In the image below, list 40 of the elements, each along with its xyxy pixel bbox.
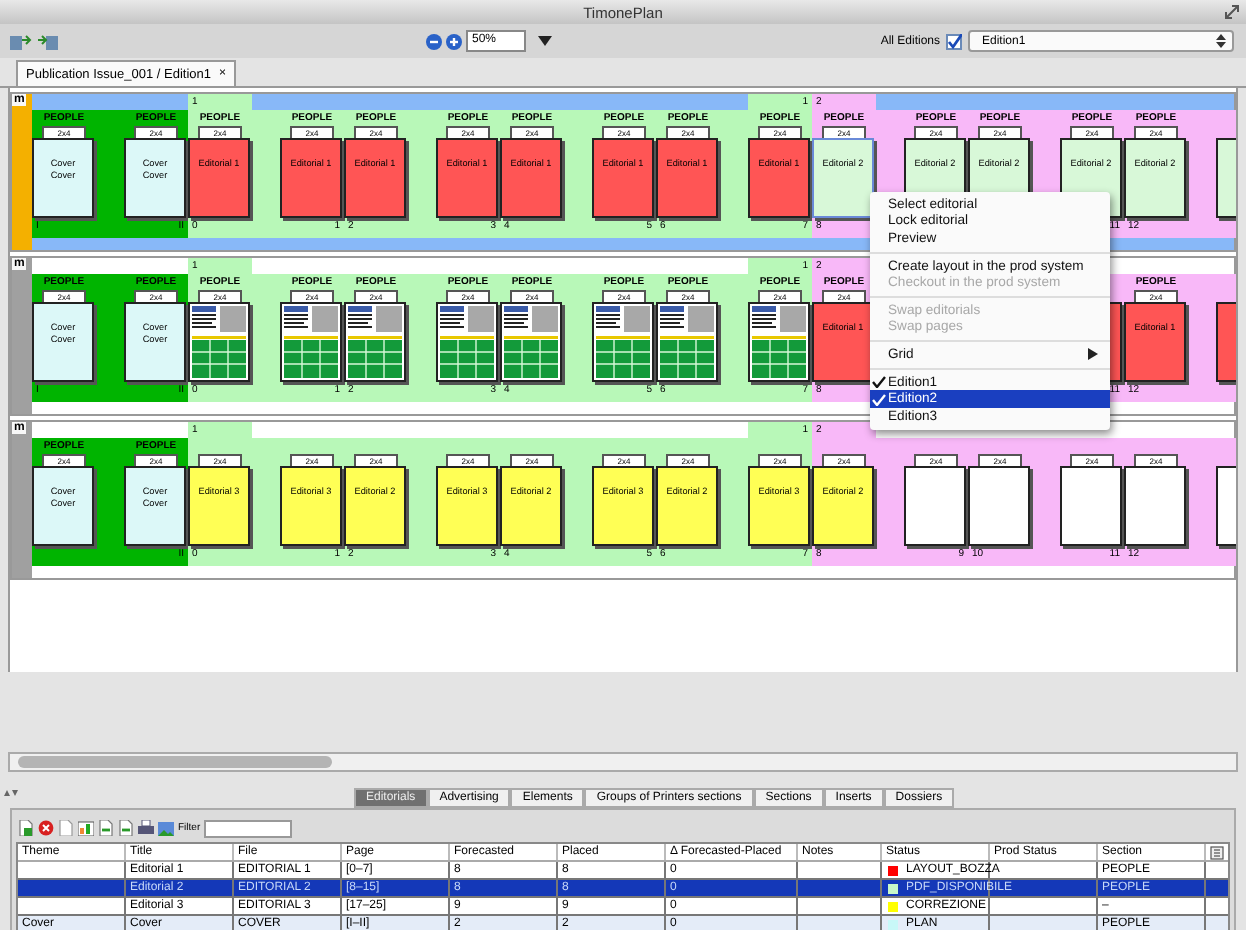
page-preview-drawing [438,304,496,380]
print-icon[interactable] [138,820,154,836]
layout-arrow-icon[interactable] [36,32,60,50]
horizontal-scrollbar[interactable] [8,752,1238,772]
page-preview-drawing [502,304,560,380]
resize-icon[interactable] [1224,4,1240,20]
delete-icon[interactable] [38,820,54,836]
page-preview-drawing [346,304,404,380]
splitter-arrows-icon[interactable] [4,788,18,798]
column-picker-icon[interactable] [1210,845,1224,859]
scrollbar-thumb[interactable] [18,756,332,768]
filter-field[interactable] [204,819,293,837]
chart-icon[interactable] [78,820,94,836]
page[interactable] [968,466,1030,546]
page-preview-drawing [594,304,652,380]
document-add-icon[interactable] [18,820,34,836]
updown-arrows-icon [1216,34,1226,48]
document-arrow-icon[interactable] [98,820,114,836]
page-preview-drawing [282,304,340,380]
page-preview-drawing [750,304,808,380]
zoom-out-icon[interactable] [426,33,442,49]
page[interactable] [280,302,342,382]
all-editions-checkbox[interactable] [946,33,962,49]
submenu-arrow-icon [1088,348,1098,361]
page[interactable] [592,302,654,382]
page[interactable] [1124,466,1186,546]
page[interactable] [748,302,810,382]
page[interactable] [904,466,966,546]
document-arrow-icon[interactable] [118,820,134,836]
caret-icon[interactable] [538,36,552,46]
page[interactable] [188,302,250,382]
page[interactable] [1060,466,1122,546]
page-preview-drawing [190,304,248,380]
zoom-in-icon[interactable] [446,33,462,49]
page[interactable] [436,302,498,382]
layout-arrow-icon[interactable] [8,32,32,50]
page[interactable] [344,302,406,382]
page-preview-drawing [658,304,716,380]
page[interactable] [500,302,562,382]
page[interactable] [656,302,718,382]
